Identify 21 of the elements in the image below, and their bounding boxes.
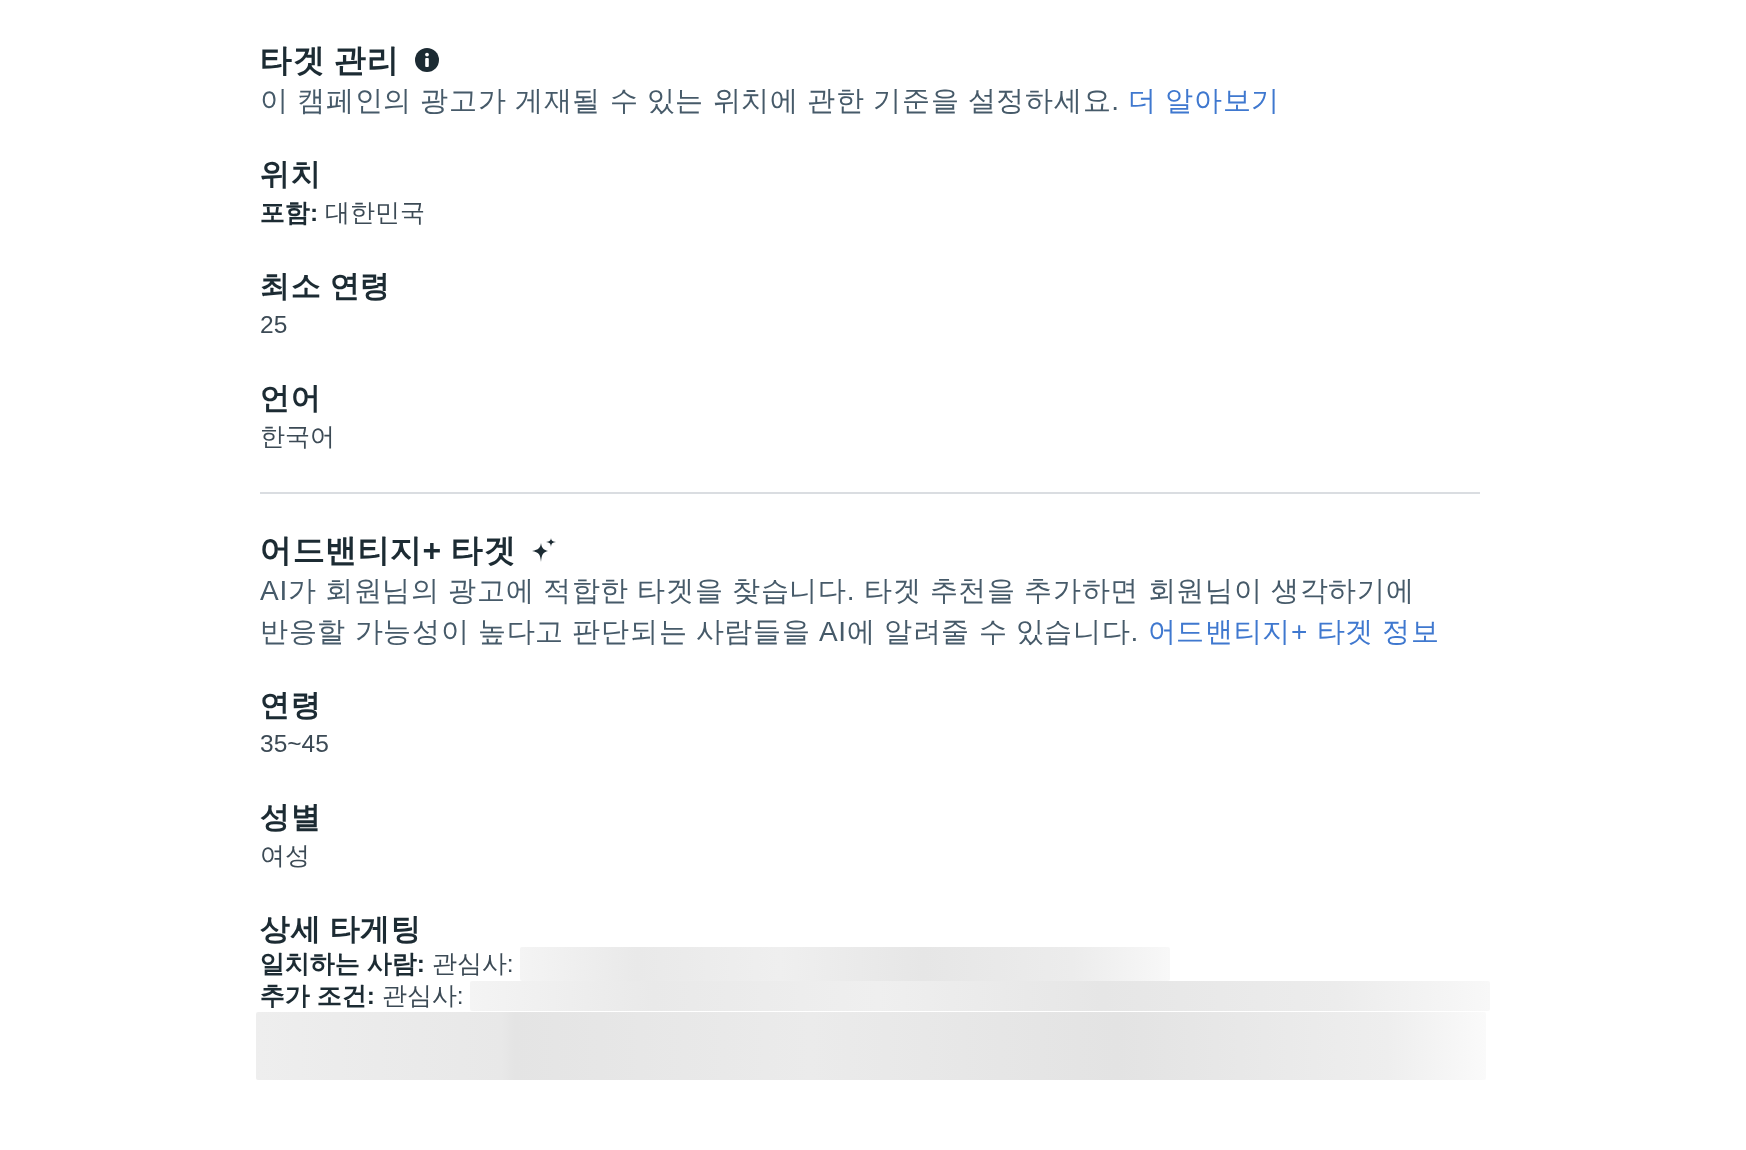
field-value: 포함: 대한민국 — [260, 198, 425, 228]
field-label: 언어 — [260, 380, 321, 416]
field-label: 최소 연령 — [260, 268, 391, 304]
info-icon[interactable] — [415, 48, 440, 72]
field-value: 35~45 — [260, 729, 329, 759]
section-title: 어드밴티지+ 타겟 — [260, 531, 517, 570]
field-value: 여성 — [260, 841, 310, 871]
section-description: 이 캠페인의 광고가 게재될 수 있는 위치에 관한 기준을 설정하세요. 더 알아보기 — [260, 84, 1281, 118]
field-label: 위치 — [260, 156, 321, 192]
field-value: 25 — [260, 310, 288, 340]
field-value: 일치하는 사람: 관심사: — [260, 949, 514, 979]
section-title: 타겟 관리 — [260, 41, 400, 80]
learn-more-link[interactable]: 더 알아보기 — [1128, 85, 1281, 116]
field-label: 상세 타게팅 — [260, 911, 422, 947]
learn-more-link[interactable]: 어드밴티지+ 타겟 정보 — [1147, 616, 1440, 647]
section-description: AI가 회원님의 광고에 적합한 타겟을 찾습니다. 타겟 추천을 추가하면 회원님이 생각하기에 반응할 가능성이 높다고 판단되는 사람들을 AI에 알려줄 수 있습니다. 어드밴티지+ 타겟 정보 — [260, 574, 1441, 649]
sparkle-icon — [532, 538, 557, 562]
field-value: 추가 조건: 관심사: — [260, 981, 464, 1011]
field-label: 연령 — [260, 687, 321, 723]
field-value: 한국어 — [260, 422, 335, 452]
field-label: 성별 — [260, 799, 321, 835]
